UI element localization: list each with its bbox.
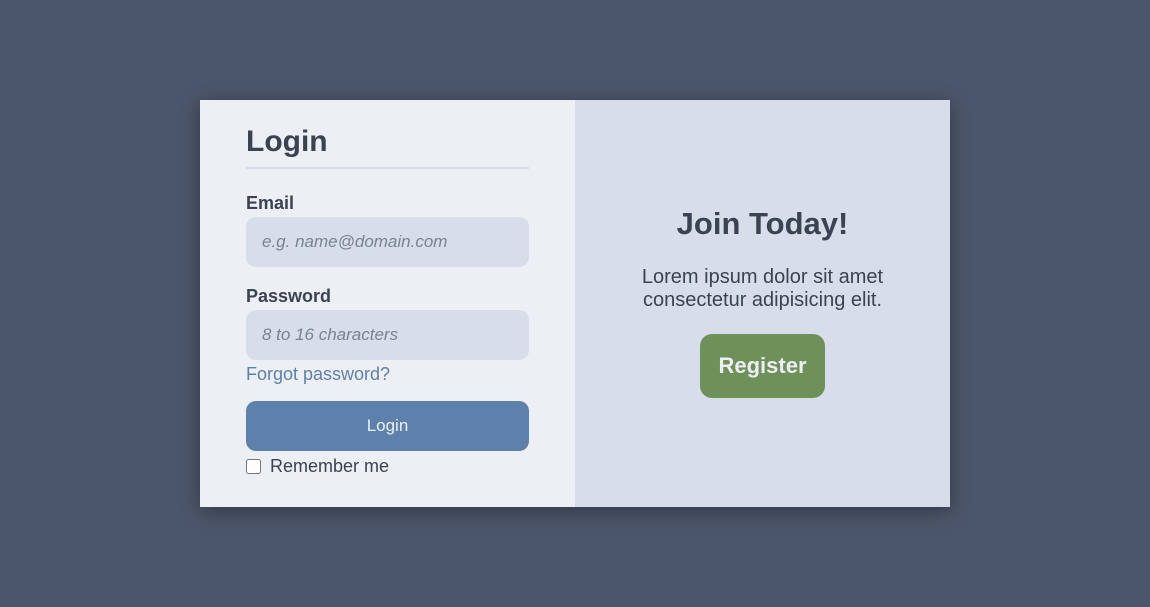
remember-me-label: Remember me xyxy=(270,456,390,476)
remember-me-checkbox[interactable] xyxy=(246,459,261,474)
forgot-password-link[interactable]: Forgot password? xyxy=(246,364,390,385)
join-description: Lorem ipsum dolor sit amet consectetur a… xyxy=(641,266,884,311)
login-title: Login xyxy=(246,125,328,158)
remember-me-row: Remember me xyxy=(246,456,389,477)
email-field[interactable] xyxy=(246,217,529,267)
email-label: Email xyxy=(246,193,295,213)
login-button[interactable]: Login xyxy=(246,401,529,451)
password-label: Password xyxy=(246,286,332,306)
password-field[interactable] xyxy=(246,310,529,360)
join-title: Join Today! xyxy=(676,206,849,241)
register-button[interactable]: Register xyxy=(700,334,825,398)
login-register-card: Login Email Password Forgot password? Lo… xyxy=(200,100,950,507)
login-panel: Login Email Password Forgot password? Lo… xyxy=(200,100,575,507)
register-panel: Join Today! Lorem ipsum dolor sit amet c… xyxy=(575,100,950,507)
title-divider xyxy=(246,167,529,169)
